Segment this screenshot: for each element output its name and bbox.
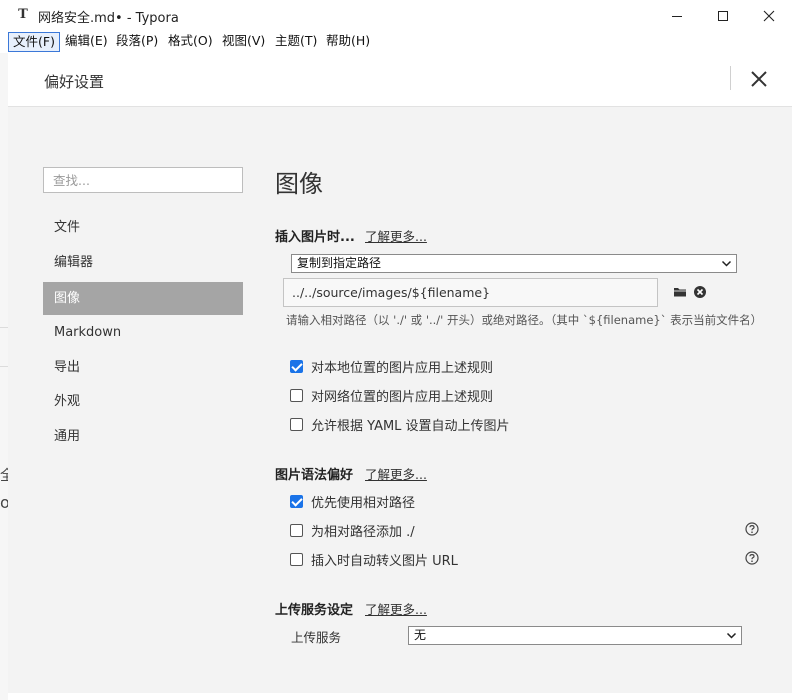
nav-item-general[interactable]: 通用	[43, 420, 243, 453]
checkbox-label: 对本地位置的图片应用上述规则	[311, 360, 494, 376]
search-input[interactable]	[43, 167, 243, 193]
insert-action-value: 复制到指定路径	[297, 256, 382, 270]
editor-divider	[0, 327, 8, 328]
syntax-pref-label: 图片语法偏好	[275, 468, 354, 483]
menu-view[interactable]: 视图(V)	[218, 32, 269, 52]
menu-bar: 文件(F) 编辑(E) 段落(P) 格式(O) 视图(V) 主题(T) 帮助(H…	[0, 31, 800, 53]
nav-item-export[interactable]: 导出	[43, 351, 243, 384]
maximize-button[interactable]	[700, 0, 746, 31]
close-icon	[751, 71, 767, 87]
checkbox[interactable]	[290, 417, 303, 431]
checkbox-label: 允许根据 YAML 设置自动上传图片	[311, 418, 510, 434]
dialog-close-button[interactable]	[748, 68, 770, 90]
nav-item-file[interactable]: 文件	[43, 211, 243, 244]
menu-help[interactable]: 帮助(H)	[322, 32, 374, 52]
nav-item-image[interactable]: 图像	[43, 282, 243, 315]
title-bar: T 网络安全.md• - Typora	[0, 0, 800, 31]
editor-divider	[0, 366, 8, 367]
insert-image-label: 插入图片时...	[275, 230, 355, 245]
upload-service-label: 上传服务设定	[275, 603, 354, 618]
menu-theme[interactable]: 主题(T)	[271, 32, 321, 52]
editor-background	[0, 53, 8, 700]
preferences-dialog: 偏好设置 文件 编辑器 图像 Markdown 导出 外观 通用 图像 插入图片…	[8, 53, 792, 693]
checkbox[interactable]	[290, 552, 303, 566]
option-yaml-upload[interactable]: 允许根据 YAML 设置自动上传图片	[290, 416, 510, 434]
option-apply-local[interactable]: 对本地位置的图片应用上述规则	[290, 358, 494, 376]
help-icon[interactable]	[745, 522, 759, 536]
chevron-down-icon	[726, 632, 737, 639]
chevron-down-icon	[721, 260, 732, 267]
editor-text-fragment: 全	[0, 468, 8, 484]
clear-icon[interactable]	[693, 285, 707, 299]
path-hint-text: 请输入相对路径（以 './' 或 '../' 开头）或绝对路径。（其中 `${f…	[286, 313, 763, 327]
editor-text-fragment: o	[0, 493, 8, 512]
upload-learn-more-link[interactable]: 了解更多...	[365, 599, 427, 618]
nav-item-appearance[interactable]: 外观	[43, 385, 243, 418]
typora-logo-icon: T	[18, 7, 28, 22]
header-divider	[730, 66, 731, 90]
minimize-button[interactable]	[654, 0, 700, 31]
option-apply-network[interactable]: 对网络位置的图片应用上述规则	[290, 387, 494, 405]
upload-service-select[interactable]: 无	[408, 626, 742, 645]
nav-item-markdown[interactable]: Markdown	[43, 316, 243, 349]
image-path-input[interactable]: ../../source/images/${filename}	[283, 278, 658, 307]
window-title: 网络安全.md• - Typora	[38, 11, 179, 26]
checkbox-label: 为相对路径添加 ./	[311, 524, 415, 540]
dialog-header: 偏好设置	[8, 53, 792, 107]
upload-service-field-label: 上传服务	[291, 630, 342, 645]
section-title: 图像	[275, 170, 323, 198]
minimize-icon	[672, 15, 682, 17]
menu-format[interactable]: 格式(O)	[164, 32, 217, 52]
syntax-learn-more-link[interactable]: 了解更多...	[365, 464, 427, 483]
option-prefer-relative[interactable]: 优先使用相对路径	[290, 493, 416, 511]
help-icon[interactable]	[745, 551, 759, 565]
checkbox[interactable]	[290, 523, 303, 537]
checkbox[interactable]	[290, 494, 303, 508]
window-close-button[interactable]	[746, 0, 792, 31]
option-add-dot-slash[interactable]: 为相对路径添加 ./	[290, 522, 415, 540]
upload-service-value: 无	[414, 628, 427, 642]
checkbox[interactable]	[290, 388, 303, 402]
insert-action-select[interactable]: 复制到指定路径	[291, 254, 737, 273]
menu-edit[interactable]: 编辑(E)	[61, 32, 112, 52]
checkbox-label: 插入时自动转义图片 URL	[311, 553, 458, 569]
dialog-title: 偏好设置	[44, 73, 105, 91]
maximize-icon	[718, 10, 728, 21]
insert-learn-more-link[interactable]: 了解更多...	[365, 226, 427, 245]
nav-item-editor[interactable]: 编辑器	[43, 246, 243, 279]
checkbox-label: 对网络位置的图片应用上述规则	[311, 389, 494, 405]
checkbox[interactable]	[290, 359, 303, 373]
folder-icon[interactable]	[673, 285, 687, 299]
checkbox-label: 优先使用相对路径	[311, 495, 416, 511]
close-icon	[763, 10, 775, 21]
menu-paragraph[interactable]: 段落(P)	[112, 32, 162, 52]
option-escape-url[interactable]: 插入时自动转义图片 URL	[290, 551, 458, 569]
menu-file[interactable]: 文件(F)	[8, 32, 60, 52]
